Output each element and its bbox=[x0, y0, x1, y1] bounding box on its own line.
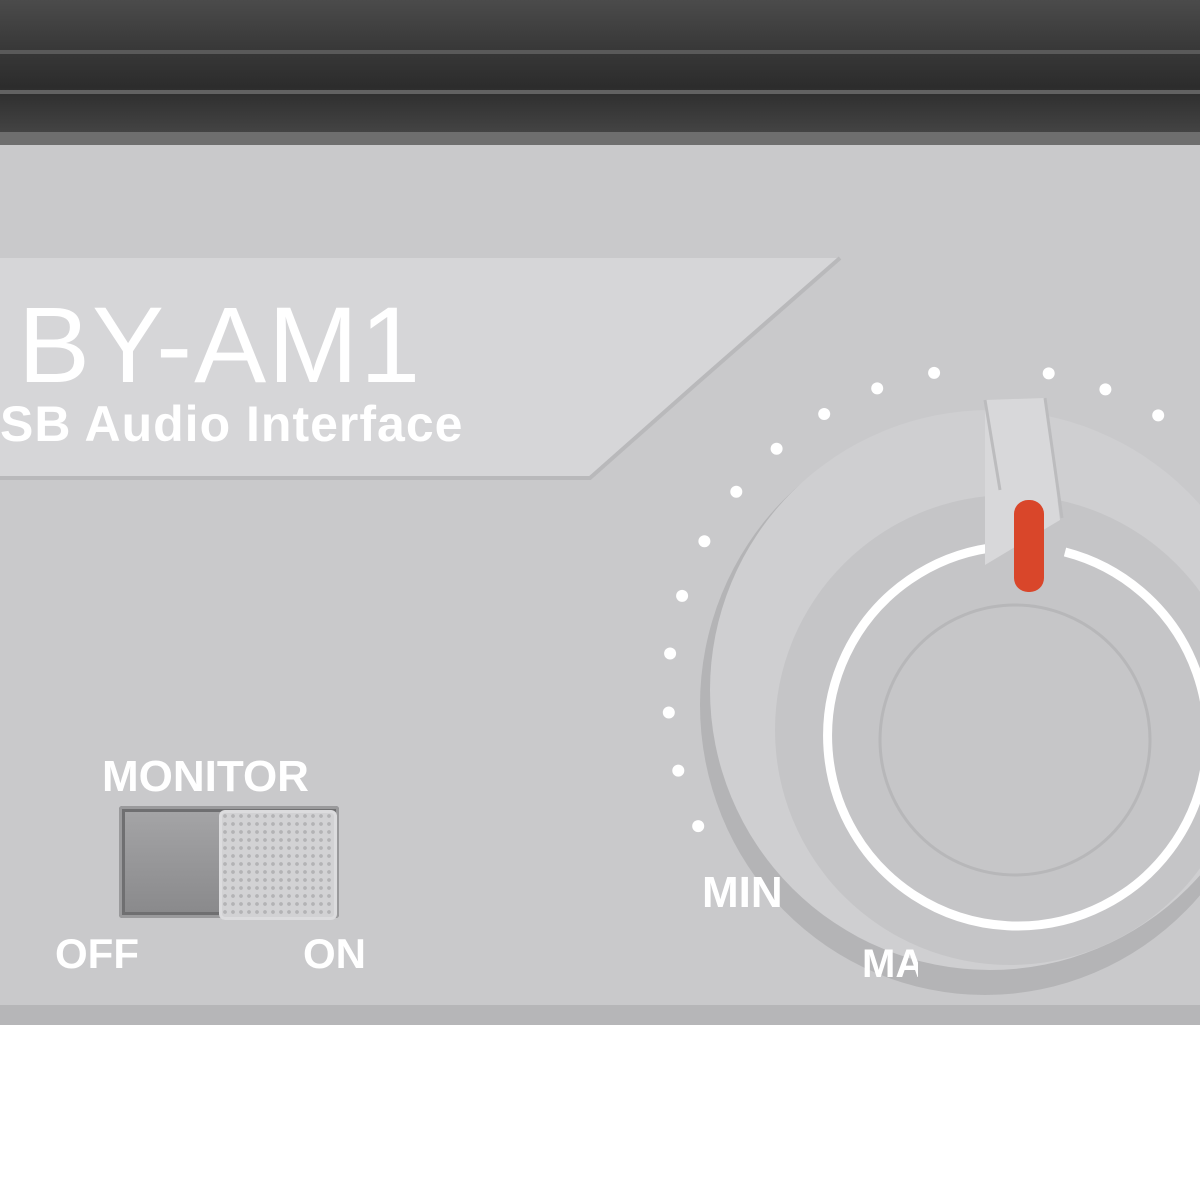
switch-knob[interactable] bbox=[219, 810, 337, 920]
knob-indicator-mark bbox=[1014, 500, 1044, 592]
switch-off-label: OFF bbox=[55, 930, 139, 977]
volume-scale-dot bbox=[928, 366, 941, 379]
volume-scale-dot bbox=[1152, 409, 1165, 422]
volume-scale-dot bbox=[770, 442, 783, 455]
volume-scale-dot bbox=[676, 589, 689, 602]
volume-scale-dot bbox=[692, 820, 705, 833]
volume-scale-dot bbox=[871, 382, 884, 395]
volume-scale-dot bbox=[698, 535, 711, 548]
volume-min-label: MIN bbox=[702, 868, 783, 917]
monitor-label: MONITOR bbox=[102, 752, 309, 801]
volume-scale-dot bbox=[730, 485, 743, 498]
monitor-switch[interactable] bbox=[119, 806, 339, 920]
volume-scale-dot bbox=[1042, 367, 1055, 380]
volume-scale-dot bbox=[672, 764, 685, 777]
volume-scale-dot bbox=[662, 706, 675, 719]
switch-slot bbox=[125, 812, 225, 912]
model-name: BY-AM1 bbox=[18, 284, 423, 405]
volume-max-label: MA bbox=[862, 942, 918, 978]
volume-scale-dot bbox=[818, 408, 831, 420]
product-subtitle: SB Audio Interface bbox=[0, 396, 464, 452]
switch-on-label: ON bbox=[303, 930, 366, 977]
volume-scale-dot bbox=[1099, 383, 1112, 396]
panel-graphics bbox=[0, 256, 1200, 995]
knob-center-cap bbox=[878, 603, 1152, 877]
volume-scale-dot bbox=[664, 647, 677, 660]
